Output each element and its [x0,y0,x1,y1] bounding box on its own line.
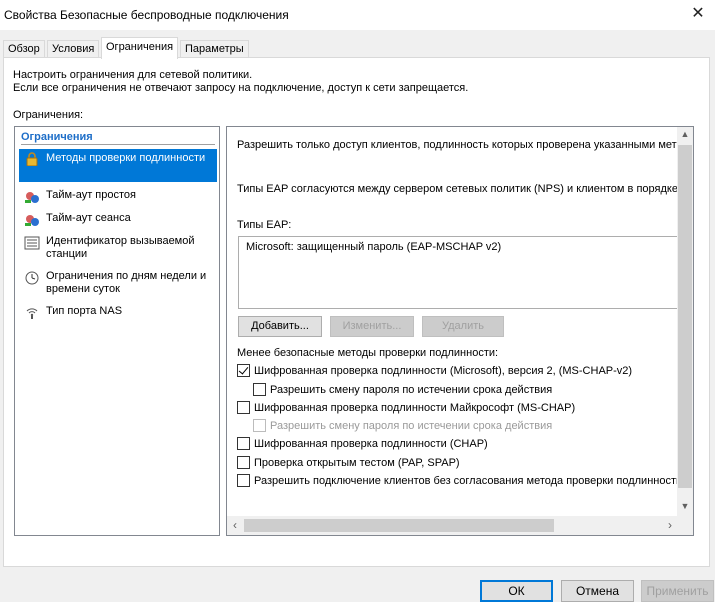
no-negotiation-label: Разрешить подключение клиентов без согла… [254,475,678,487]
constraints-list: Ограничения Методы проверки подлинности … [14,126,220,536]
close-button[interactable]: ✕ [681,0,715,30]
ms-chap-password-change-label: Разрешить смену пароля по истечении срок… [270,420,553,432]
clock-icon [24,271,40,285]
vertical-scrollbar[interactable]: ▲ ▼ [677,127,693,518]
nas-port-icon [24,306,40,320]
window-title: Свойства Безопасные беспроводные подключ… [4,8,289,22]
ms-chap-checkbox[interactable] [237,401,250,414]
ms-chap-label: Шифрованная проверка подлинности Майкрос… [254,402,576,414]
tab-overview[interactable]: Обзор [3,40,45,58]
chap-checkbox[interactable] [237,437,250,450]
list-item-label: Тип порта NAS [46,305,123,317]
eap-types-list[interactable]: Microsoft: защищенный пароль (EAP-MSCHAP… [238,236,678,309]
eap-negotiation-text: Типы EAP согласуются между сервером сете… [237,183,678,195]
list-item-auth-methods[interactable]: Методы проверки подлинности [19,149,217,182]
description-line-1: Настроить ограничения для сетевой полити… [13,69,253,81]
list-item-label: Идентификатор вызываемой станции [46,235,195,260]
close-icon: ✕ [691,5,705,22]
ms-chap-v2-checkbox[interactable] [237,364,250,377]
session-timeout-icon [24,213,40,227]
tab-constraints[interactable]: Ограничения [101,37,179,59]
list-item-label: Тайм-аут простоя [46,189,136,201]
ok-button[interactable]: ОК [480,580,553,602]
scroll-up-icon[interactable]: ▲ [677,129,693,139]
pap-spap-label: Проверка открытым тестом (PAP, SPAP) [254,457,460,469]
apply-button[interactable]: Применить [641,580,714,602]
constraints-label: Ограничения: [13,109,84,121]
list-item-label: Методы проверки подлинности [46,152,206,164]
description-line-2: Если все ограничения не отвечают запросу… [13,82,469,94]
list-header: Ограничения [21,131,93,143]
list-item-session-timeout[interactable]: Тайм-аут сеанса [19,210,217,228]
list-item-day-time-restrictions[interactable]: Ограничения по дням недели и времени сут… [19,268,217,298]
edit-button[interactable]: Изменить... [330,316,414,337]
horizontal-scroll-thumb[interactable] [244,519,554,532]
scrollbar-corner [677,516,693,535]
cancel-button[interactable]: Отмена [561,580,634,602]
ms-chap-v2-password-change-checkbox[interactable] [253,383,266,396]
panel-content: Разрешить только доступ клиентов, подлин… [227,127,678,518]
remove-button[interactable]: Удалить [422,316,504,337]
chap-label: Шифрованная проверка подлинности (CHAP) [254,438,488,450]
intro-text: Разрешить только доступ клиентов, подлин… [237,139,678,151]
tab-conditions[interactable]: Условия [47,40,100,58]
list-item-label: Тайм-аут сеанса [46,212,131,224]
less-secure-label: Менее безопасные методы проверки подлинн… [237,347,499,359]
vertical-scroll-thumb[interactable] [678,145,692,488]
list-item-label: Ограничения по дням недели и времени сут… [46,270,207,295]
auth-methods-panel: Разрешить только доступ клиентов, подлин… [226,126,694,536]
ms-chap-v2-label: Шифрованная проверка подлинности (Micros… [254,365,633,377]
pap-spap-checkbox[interactable] [237,456,250,469]
station-id-icon [24,236,40,250]
title-bar: Свойства Безопасные беспроводные подключ… [0,0,715,30]
list-header-divider [21,144,215,145]
description: Настроить ограничения для сетевой полити… [13,69,468,95]
add-button[interactable]: Добавить... [238,316,322,337]
lock-icon [24,152,40,167]
scroll-right-icon[interactable]: › [662,518,678,532]
eap-type-item[interactable]: Microsoft: защищенный пароль (EAP-MSCHAP… [246,241,501,253]
horizontal-scrollbar[interactable]: ‹ › [227,516,678,535]
scroll-down-icon[interactable]: ▼ [677,501,693,511]
ms-chap-v2-password-change-label: Разрешить смену пароля по истечении срок… [270,384,553,396]
list-item-nas-port-type[interactable]: Тип порта NAS [19,303,217,321]
list-item-idle-timeout[interactable]: Тайм-аут простоя [19,187,217,205]
list-item-called-station-id[interactable]: Идентификатор вызываемой станции [19,233,217,263]
eap-types-label: Типы EAP: [237,219,292,231]
no-negotiation-checkbox[interactable] [237,474,250,487]
scroll-left-icon[interactable]: ‹ [227,518,243,532]
ms-chap-password-change-checkbox[interactable] [253,419,266,432]
idle-timeout-icon [24,190,40,204]
tab-settings[interactable]: Параметры [180,40,249,58]
